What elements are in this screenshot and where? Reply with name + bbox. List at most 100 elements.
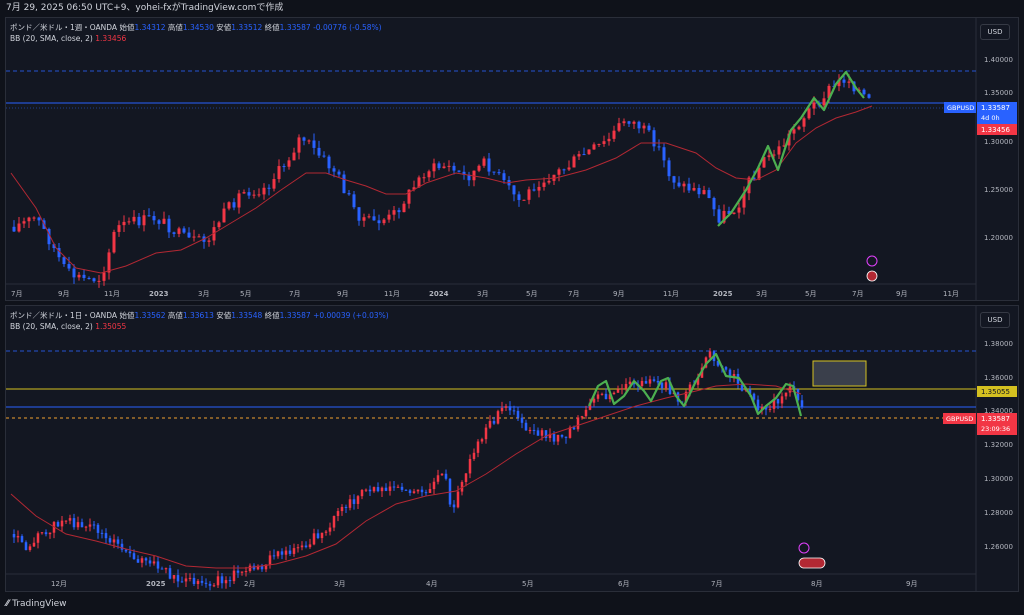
daily-candle [336, 511, 340, 517]
weekly-candle [642, 125, 646, 129]
weekly-candle [422, 177, 426, 179]
weekly-candle [667, 160, 671, 177]
weekly-candle [147, 215, 151, 217]
daily-time-tick: 8月 [811, 580, 822, 588]
weekly-candle [767, 155, 771, 158]
daily-candle [332, 516, 336, 528]
weekly-candle [287, 160, 291, 167]
daily-candle [404, 489, 408, 491]
weekly-event-icon [866, 255, 878, 267]
weekly-candle [167, 218, 171, 233]
weekly-candle [682, 183, 686, 187]
daily-bb-legend[interactable]: BB (20, SMA, close, 2) 1.35055 [10, 322, 126, 331]
weekly-candle [277, 166, 281, 180]
daily-candle [300, 545, 304, 548]
daily-candle [584, 409, 588, 417]
daily-candle [268, 555, 272, 565]
weekly-time-tick: 7月 [289, 290, 300, 298]
daily-candle [452, 504, 456, 508]
daily-candle [224, 580, 228, 584]
weekly-candle [732, 212, 736, 214]
weekly-time-tick: 9月 [613, 290, 624, 298]
daily-candle [496, 411, 500, 424]
weekly-currency-button[interactable]: USD [980, 24, 1010, 40]
weekly-candle [692, 188, 696, 191]
weekly-candle [737, 207, 741, 213]
daily-candle [360, 490, 364, 497]
daily-candle [348, 499, 352, 508]
weekly-flag-icon [866, 270, 878, 282]
daily-candle [344, 506, 348, 508]
weekly-candle [177, 228, 181, 234]
daily-candle [756, 399, 760, 411]
daily-candle [384, 487, 388, 491]
daily-candle [616, 389, 620, 393]
daily-close-label: 終値 [264, 311, 280, 320]
daily-candle [408, 490, 412, 493]
weekly-chart-panel[interactable]: ポンド／米ドル・1週・OANDA 始値1.34312 高値1.34530 安値1… [5, 17, 1019, 301]
daily-time-tick: 5月 [522, 580, 533, 588]
weekly-candle [372, 216, 376, 221]
daily-chart-panel[interactable]: ポンド／米ドル・1日・OANDA 始値1.33562 高値1.33613 安値1… [5, 305, 1019, 592]
daily-candle [516, 410, 520, 418]
weekly-candle [632, 121, 636, 124]
daily-candle [152, 561, 156, 564]
daily-high-label: 高値 [167, 311, 183, 320]
daily-candle [580, 416, 584, 418]
daily-candle [12, 534, 16, 538]
weekly-candle [102, 272, 106, 281]
daily-candle [500, 407, 504, 412]
daily-candle [528, 429, 532, 431]
daily-time-tick: 3月 [334, 580, 345, 588]
weekly-bb-legend[interactable]: BB (20, SMA, close, 2) 1.33456 [10, 34, 126, 43]
weekly-candle [822, 98, 826, 106]
weekly-bb-value: 1.33456 [95, 34, 127, 43]
weekly-candle [337, 171, 341, 175]
daily-candle [424, 492, 428, 494]
weekly-candle [132, 216, 136, 222]
daily-candle [456, 491, 460, 508]
daily-candle [312, 533, 316, 545]
daily-candle [352, 499, 356, 504]
weekly-candle [442, 166, 446, 169]
daily-candle [124, 549, 128, 552]
tradingview-logo[interactable]: ⁄⁄ TradingView [6, 599, 67, 609]
daily-chart-canvas[interactable]: 1.380001.360001.340001.320001.300001.280… [6, 306, 1018, 591]
weekly-candle [702, 190, 706, 195]
daily-candle [416, 489, 420, 492]
weekly-low: 1.33512 [231, 23, 263, 32]
daily-candle [68, 518, 72, 521]
weekly-price-tick: 1.25000 [984, 186, 1013, 194]
daily-candle [308, 544, 312, 548]
daily-candle [488, 421, 492, 428]
daily-currency-button[interactable]: USD [980, 312, 1010, 328]
daily-candle [652, 379, 656, 381]
weekly-time-tick: 3月 [477, 290, 488, 298]
daily-open: 1.33562 [134, 311, 166, 320]
daily-candle [172, 575, 176, 579]
weekly-candle [247, 192, 251, 196]
daily-candle [104, 533, 108, 539]
weekly-candle [387, 214, 391, 220]
daily-candle [524, 422, 528, 431]
weekly-candle [257, 194, 261, 196]
weekly-candle [492, 171, 496, 173]
weekly-candle [92, 278, 96, 282]
daily-candle [396, 486, 400, 488]
weekly-candle [302, 137, 306, 141]
daily-candle [24, 542, 28, 550]
daily-candle [436, 475, 440, 482]
weekly-candle [62, 257, 66, 265]
weekly-time-tick: 11月 [663, 290, 679, 298]
weekly-candle [592, 144, 596, 150]
daily-candle [80, 522, 84, 528]
weekly-candle [77, 274, 81, 278]
daily-candle [600, 393, 604, 395]
weekly-candle [82, 274, 86, 278]
daily-candle [540, 430, 544, 436]
daily-candle [248, 565, 252, 572]
weekly-chart-canvas[interactable]: 1.40000 1.35000 1.30000 1.25000 1.20000 7月 9月 1… [6, 18, 1018, 300]
daily-candle [724, 367, 728, 370]
daily-candle [16, 536, 20, 538]
daily-candle [380, 487, 384, 492]
